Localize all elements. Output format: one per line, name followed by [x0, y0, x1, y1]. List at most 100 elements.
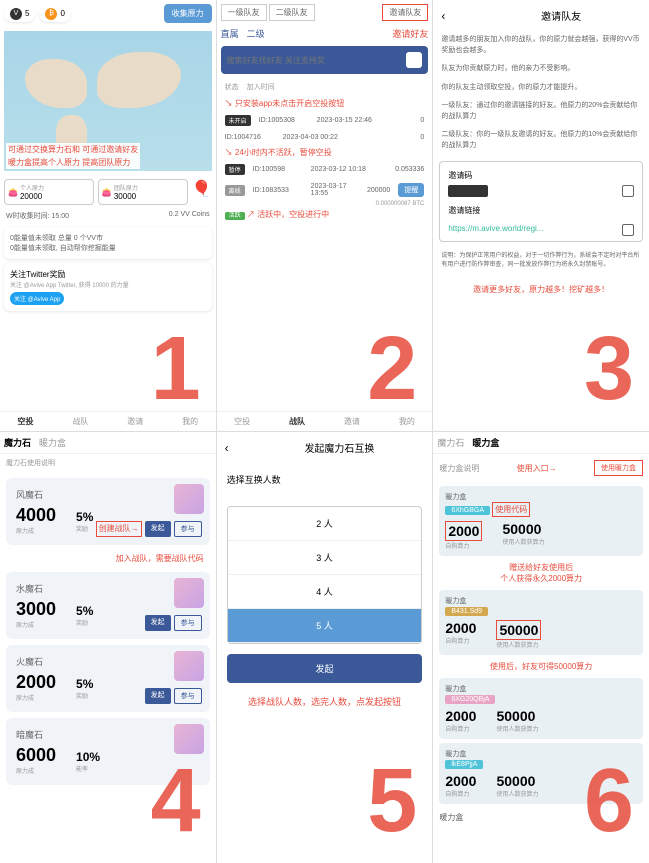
tab-team[interactable]: 战队	[289, 416, 305, 427]
time-label: W时收集时间: 15:00	[6, 211, 69, 221]
twitter-follow-btn[interactable]: 关注 @Avive App	[10, 292, 64, 305]
use-giftbox-button[interactable]: 使用暖力盒	[594, 460, 643, 476]
invite-code-redacted	[448, 185, 488, 197]
friend-row: 暂停 ID:100598 2023-03-12 10:18 0.053336	[217, 160, 433, 179]
coins-label: 0.2 VV Coins	[169, 211, 210, 221]
create-button[interactable]: 发起	[145, 688, 171, 704]
invite-btn-outline[interactable]: 邀请队友	[382, 4, 428, 21]
gift-code[interactable]: 6XhGBGA	[445, 506, 490, 515]
copy-icon[interactable]	[622, 185, 634, 197]
team-power-box[interactable]: 👛 团队原力30000	[98, 179, 188, 205]
map-annotation-2: 暖力盒提高个人原力 提高团队原力	[6, 156, 140, 169]
stone-card-wind: 风魔石 4000原力成 5%奖励 创建战队→ 发起 参与	[6, 478, 210, 545]
panel-number: 3	[584, 318, 634, 421]
join-button[interactable]: 参与	[174, 688, 202, 704]
tab-team[interactable]: 战队	[72, 416, 88, 427]
panel-5-exchange: ‹ 发起魔力石互换 选择互换人数 2 人 3 人 4 人 5 人 发起 选择战队…	[217, 432, 433, 863]
search-input[interactable]	[227, 56, 407, 65]
create-button[interactable]: 发起	[145, 615, 171, 631]
stone-image	[174, 578, 204, 608]
tab-invite[interactable]: 邀请	[344, 416, 360, 427]
option-4[interactable]: 4 人	[228, 575, 422, 609]
stone-image	[174, 484, 204, 514]
btc-balance[interactable]: ₿ 0	[39, 6, 70, 22]
vv-icon: V	[10, 8, 22, 20]
search-bar[interactable]	[221, 46, 429, 74]
entry-annotation: 使用入口→	[517, 463, 557, 474]
header-bar: V 5 ₿ 0 收集原力	[0, 0, 216, 27]
page-title: 发起魔力石互换	[304, 440, 374, 455]
tab-stone[interactable]: 魔力石	[437, 436, 464, 449]
status-pending: 未开启	[225, 115, 251, 126]
panel-number: 2	[367, 318, 417, 421]
search-icon[interactable]	[406, 52, 422, 68]
note1: 赠送给好友使用后个人获得永久2000算力	[433, 560, 649, 586]
page-title: 邀请队友	[541, 8, 581, 23]
map-annotation-1: 可通过交换算力石和 可通过邀请好友	[6, 143, 140, 156]
option-3[interactable]: 3 人	[228, 541, 422, 575]
label-direct: 直属	[221, 27, 239, 40]
panel-2-team: 一级队友 二级队友 邀请队友 直属 二级 邀请好友 状态 加入时间 ↘ 只安装a…	[217, 0, 433, 431]
join-button[interactable]: 参与	[174, 521, 202, 537]
option-2[interactable]: 2 人	[228, 507, 422, 541]
remind-button[interactable]: 提醒	[398, 183, 424, 197]
twitter-card[interactable]: 关注Twitter奖励 关注 @Avive App Twitter, 获得 10…	[4, 263, 212, 311]
panel-3-invite: ‹ 邀请队友 邀请越多的朋友加入你的战队，你的原力就会越强，获得的VV币奖励也会…	[433, 0, 649, 431]
panel-number: 6	[584, 750, 634, 853]
panel-number: 5	[367, 750, 417, 853]
panel-number: 4	[151, 750, 201, 853]
tab-level1[interactable]: 一级队友	[221, 4, 267, 21]
invite-link[interactable]: https://m.avive.world/regi...	[448, 224, 543, 233]
tab-stone[interactable]: 魔力石	[4, 436, 31, 449]
launch-button[interactable]: 发起	[227, 654, 423, 683]
personal-power-box[interactable]: 👛 个人原力20000	[4, 179, 94, 205]
collect-button[interactable]: 收集原力	[164, 4, 212, 23]
note3: 使用后，好友可得50000算力	[433, 659, 649, 674]
vv-value: 5	[25, 9, 29, 18]
tab-giftbox[interactable]: 暖力盒	[472, 436, 499, 449]
gift-card: 暖力盒 6XG20QBjA 2000自购算力 50000使用人数获算力	[439, 678, 643, 739]
join-button[interactable]: 参与	[174, 615, 202, 631]
balloon-icon: 🎈	[192, 179, 212, 205]
gift-code[interactable]: lkE8PjjA	[445, 760, 483, 769]
btc-icon: ₿	[45, 8, 57, 20]
copy-icon[interactable]	[622, 224, 634, 236]
tab-level2[interactable]: 二级队友	[269, 4, 315, 21]
vv-balance[interactable]: V 5	[4, 6, 35, 22]
bag-icon: 👛	[102, 188, 112, 197]
note-annotation: 选择战队人数，选完人数，点发起按钮	[217, 691, 433, 712]
gift-code[interactable]: B431.Sd9	[445, 607, 488, 616]
tab-invite[interactable]: 邀请	[127, 416, 143, 427]
stone-image	[174, 651, 204, 681]
stone-card-water: 水魔石 3000原力成 5%奖励 发起参与	[6, 572, 210, 639]
friend-row: 离线 ID:1083533 2023-03-17 13:55 200000 提醒	[217, 179, 433, 201]
panel-4-stones: 魔力石 暖力盒 魔力石使用说明 风魔石 4000原力成 5%奖励 创建战队→ 发…	[0, 432, 216, 863]
status-paused: 暂停	[225, 164, 245, 175]
cta-annotation: 邀请更多好友，原力越多！挖矿越多！	[433, 282, 649, 297]
tab-giftbox[interactable]: 暖力盒	[39, 436, 66, 449]
invite-code-box: 邀请码 邀请链接 https://m.avive.world/regi...	[439, 161, 643, 242]
tab-airdrop[interactable]: 空投	[17, 416, 33, 427]
annotation-not-started: ↘ 只安装app未点击开启空投按钮	[217, 96, 433, 111]
gift-code[interactable]: 6XG20QBjA	[445, 695, 495, 704]
world-map[interactable]: 可通过交换算力石和 可通过邀请好友 暖力盒提高个人原力 提高团队原力	[4, 31, 212, 171]
friend-row: ID:1004716 2023-04-03 00:22 0	[217, 130, 433, 145]
label-second: 二级	[247, 27, 265, 40]
panel-number: 1	[151, 318, 201, 421]
label-invite: 邀请好友	[392, 27, 428, 40]
annotation-paused: ↘ 24小时内不活跃，暂停空投	[217, 145, 433, 160]
subtitle: 选择互换人数	[217, 463, 433, 496]
people-selector: 2 人 3 人 4 人 5 人	[227, 506, 423, 644]
back-icon[interactable]: ‹	[225, 441, 229, 455]
create-button[interactable]: 发起	[145, 521, 171, 537]
back-icon[interactable]: ‹	[441, 9, 445, 23]
stone-card-fire: 火魔石 2000原力成 5%奖励 发起参与	[6, 645, 210, 712]
friend-row: 未开启 ID:1005308 2023-03-15 22:46 0	[217, 111, 433, 130]
gift-card: 暖力盒 6XhGBGA 使用代码 2000自购算力 50000使用人数获算力	[439, 486, 643, 556]
gift-card: 暖力盒 B431.Sd9 2000自购算力 50000使用人数获算力	[439, 590, 643, 655]
panel-1-airdrop: V 5 ₿ 0 收集原力 可通过交换算力石和 可通过邀请好友 暖力盒提高个人原力…	[0, 0, 216, 431]
tab-airdrop[interactable]: 空投	[234, 416, 250, 427]
annotation-active: 活跃 ↗ 活跃中，空投进行中	[217, 207, 433, 222]
annotation-join: 加入战队，需要战队代码	[0, 551, 216, 566]
option-5-selected[interactable]: 5 人	[228, 609, 422, 643]
